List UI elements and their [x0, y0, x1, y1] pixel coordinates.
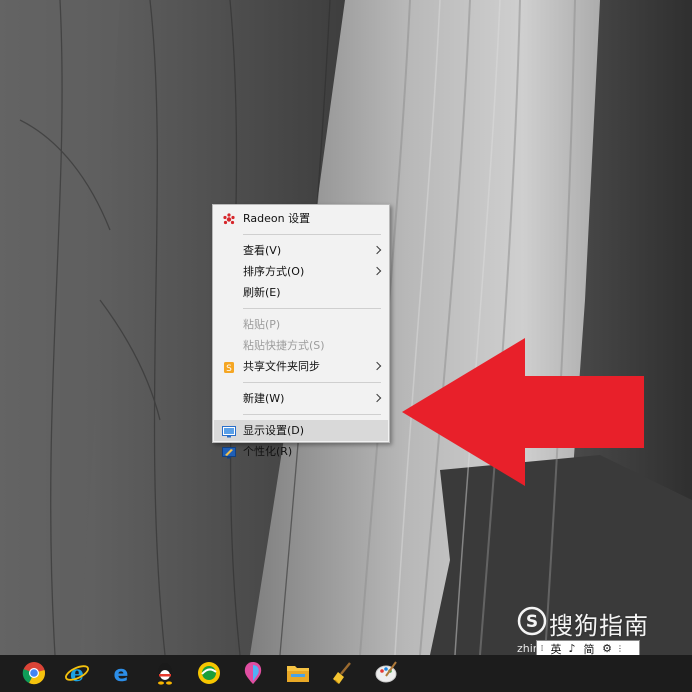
submenu-arrow-icon: [372, 245, 382, 255]
red-pointer-arrow: [402, 338, 644, 486]
watermark-brand: 搜狗指南: [549, 612, 649, 640]
file-explorer-icon[interactable]: [285, 660, 311, 686]
sogou-logo-icon: S: [517, 606, 547, 636]
menu-item-personalize[interactable]: 个性化(R): [214, 441, 388, 462]
menu-separator: [243, 414, 381, 415]
menu-item-label: Radeon 设置: [243, 212, 311, 225]
svg-text:e: e: [70, 661, 84, 686]
menu-separator: [243, 234, 381, 235]
menu-item-label: 粘贴(P): [243, 318, 281, 331]
chrome-icon[interactable]: [21, 660, 47, 686]
svg-text:e: e: [114, 662, 129, 686]
menu-item-refresh[interactable]: 刷新(E): [214, 282, 388, 303]
menu-item-shared-folder-sync[interactable]: S 共享文件夹同步: [214, 356, 388, 377]
submenu-arrow-icon: [372, 393, 382, 403]
ime-punctuation-toggle[interactable]: ♪: [565, 642, 579, 655]
desktop-context-menu: Radeon 设置 查看(V) 排序方式(O) 刷新(E) 粘贴(P) 粘贴快捷…: [212, 204, 390, 459]
menu-item-label: 个性化(R): [243, 445, 293, 458]
paint3d-icon[interactable]: [240, 660, 266, 686]
ie-icon[interactable]: e: [64, 660, 90, 686]
gear-icon[interactable]: ⚙: [599, 642, 615, 655]
ime-drag-handle[interactable]: ⁞: [537, 644, 547, 654]
menu-item-label: 刷新(E): [243, 286, 281, 299]
menu-item-new[interactable]: 新建(W): [214, 388, 388, 409]
svg-text:S: S: [526, 612, 538, 632]
menu-item-sort-by[interactable]: 排序方式(O): [214, 261, 388, 282]
display-settings-icon: [222, 424, 236, 438]
radeon-icon: [222, 212, 236, 225]
menu-item-view[interactable]: 查看(V): [214, 240, 388, 261]
submenu-arrow-icon: [372, 266, 382, 276]
menu-item-label: 排序方式(O): [243, 265, 305, 278]
edge-icon[interactable]: e: [108, 660, 134, 686]
menu-item-radeon-settings[interactable]: Radeon 设置: [214, 208, 388, 229]
qq-icon[interactable]: [152, 660, 178, 686]
menu-item-display-settings[interactable]: 显示设置(D): [214, 420, 388, 441]
menu-item-paste-shortcut: 粘贴快捷方式(S): [214, 335, 388, 356]
menu-item-paste: 粘贴(P): [214, 314, 388, 335]
submenu-arrow-icon: [372, 361, 382, 371]
menu-item-label: 粘贴快捷方式(S): [243, 339, 325, 352]
menu-item-label: 共享文件夹同步: [243, 360, 320, 373]
paint-icon[interactable]: [374, 660, 400, 686]
browser-360-icon[interactable]: [196, 660, 222, 686]
cleaner-icon[interactable]: [330, 660, 356, 686]
menu-separator: [243, 308, 381, 309]
menu-item-label: 查看(V): [243, 244, 282, 257]
taskbar: e e: [0, 655, 692, 692]
personalize-icon: [222, 445, 236, 459]
menu-separator: [243, 382, 381, 383]
sync-folder-icon: S: [222, 360, 236, 374]
menu-item-label: 显示设置(D): [243, 424, 305, 437]
svg-text:S: S: [226, 364, 232, 374]
menu-item-label: 新建(W): [243, 392, 285, 405]
ime-menu-dropdown[interactable]: ⋮: [615, 644, 625, 653]
